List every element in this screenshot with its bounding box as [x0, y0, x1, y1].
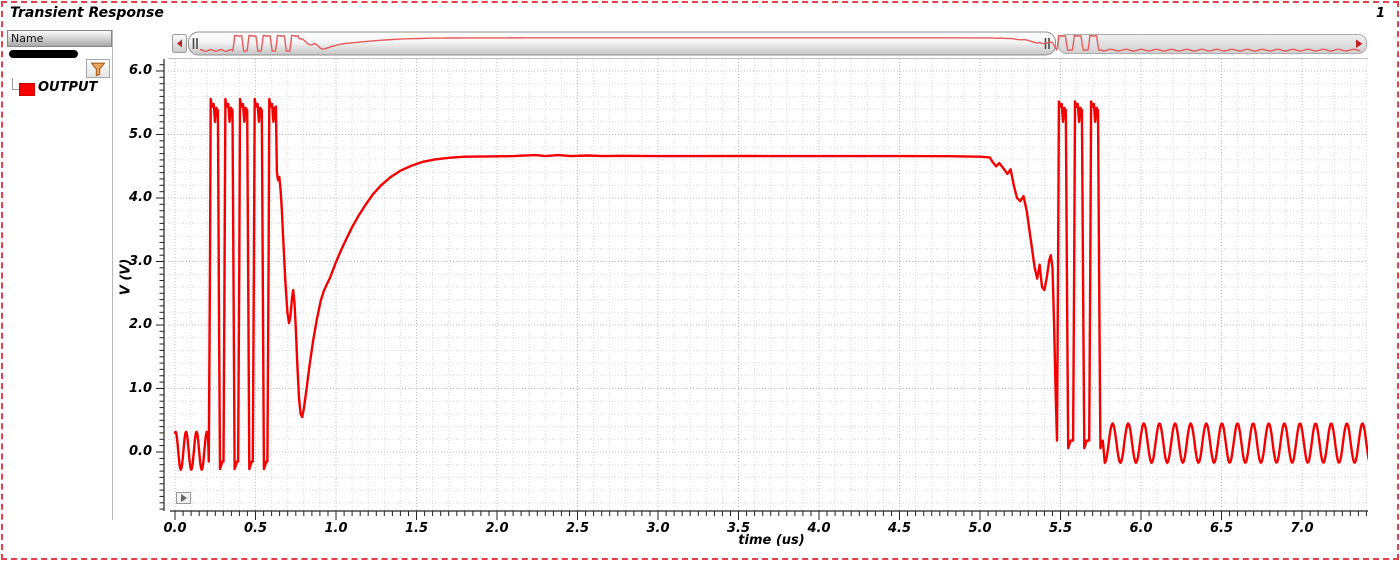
y-tick-label: 0.0 — [128, 444, 152, 459]
redacted-signal-name[interactable] — [9, 50, 78, 58]
waveform-viewer-window: Transient Response 1 Name OUTPUT 0.0 1.0… — [0, 0, 1400, 561]
y-tick-label: 1.0 — [128, 380, 152, 396]
overview-scrollbar[interactable] — [172, 31, 1369, 57]
y-tick-label: 6.0 — [128, 63, 152, 78]
plot-title: Transient Response — [10, 5, 164, 21]
signal-panel: Name OUTPUT — [7, 30, 113, 520]
filter-button[interactable] — [86, 59, 110, 78]
page-number: 1 — [1376, 6, 1386, 21]
funnel-icon — [90, 62, 106, 76]
trace-label: OUTPUT — [38, 80, 98, 95]
scroll-thumb[interactable] — [188, 31, 1056, 56]
y-tick-label: 2.0 — [128, 317, 152, 332]
plot-canvas[interactable] — [0, 0, 1400, 561]
y-axis-title: V (V) — [118, 258, 134, 296]
name-column-header[interactable]: Name — [7, 30, 112, 47]
trace-color-swatch — [19, 83, 35, 96]
y-tick-label: 4.0 — [128, 190, 152, 205]
play-icon — [181, 494, 187, 502]
x-axis-title: time (us) — [738, 533, 805, 548]
plot-corner-button[interactable] — [176, 492, 191, 504]
y-tick-label: 5.0 — [128, 126, 152, 142]
